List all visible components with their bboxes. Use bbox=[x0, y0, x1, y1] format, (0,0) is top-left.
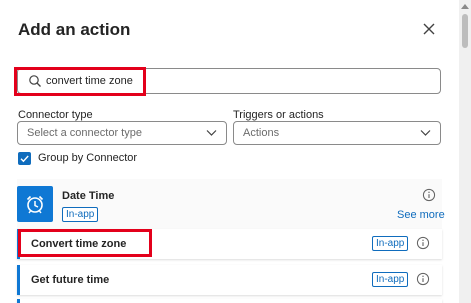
in-app-badge: In-app bbox=[372, 272, 409, 287]
search-input[interactable] bbox=[46, 72, 426, 90]
see-more-link[interactable]: See more bbox=[397, 209, 445, 221]
info-icon[interactable] bbox=[416, 272, 430, 286]
add-action-panel: Add an action Connector type Select a co… bbox=[0, 0, 459, 303]
chevron-down-icon bbox=[206, 130, 217, 136]
scroll-up-arrow-icon[interactable] bbox=[461, 3, 469, 9]
action-label: Get future time bbox=[31, 274, 110, 286]
connector-type-dropdown[interactable]: Select a connector type bbox=[17, 121, 227, 145]
in-app-badge: In-app bbox=[372, 236, 409, 251]
search-icon bbox=[29, 75, 41, 87]
close-icon bbox=[423, 23, 435, 35]
connector-type-value: Select a connector type bbox=[27, 127, 142, 139]
connector-name: Date Time bbox=[62, 190, 115, 202]
alarm-clock-icon bbox=[26, 195, 44, 214]
close-button[interactable] bbox=[418, 18, 440, 40]
in-app-badge: In-app bbox=[62, 207, 99, 222]
triggers-or-actions-dropdown[interactable]: Actions bbox=[233, 121, 441, 145]
triggers-or-actions-label: Triggers or actions bbox=[233, 109, 324, 121]
panel-title: Add an action bbox=[18, 20, 131, 39]
action-label: Convert time zone bbox=[31, 238, 127, 250]
connector-icon bbox=[17, 186, 53, 222]
checkmark-icon bbox=[20, 155, 29, 163]
group-by-connector-label: Group by Connector bbox=[38, 152, 138, 164]
group-by-connector-checkbox[interactable] bbox=[18, 152, 31, 165]
chevron-down-icon bbox=[420, 130, 431, 136]
search-box[interactable] bbox=[17, 68, 441, 94]
action-card-partial[interactable] bbox=[17, 299, 442, 303]
triggers-or-actions-value: Actions bbox=[243, 127, 280, 139]
connector-type-label: Connector type bbox=[18, 109, 93, 121]
scrollbar-thumb[interactable] bbox=[462, 14, 468, 48]
info-icon[interactable] bbox=[422, 188, 436, 202]
info-icon[interactable] bbox=[416, 236, 430, 250]
